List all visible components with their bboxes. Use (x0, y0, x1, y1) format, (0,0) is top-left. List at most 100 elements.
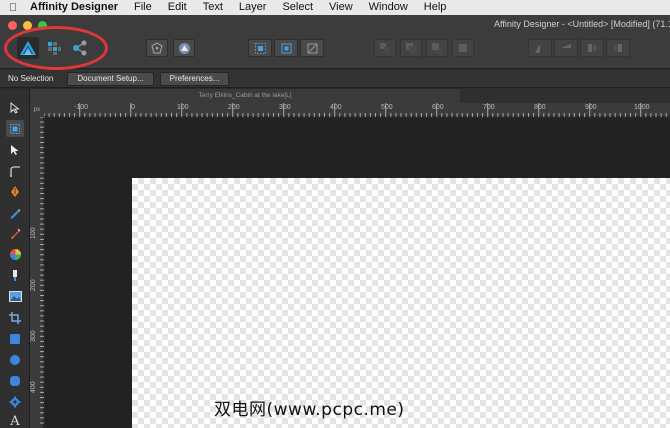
align-right-icon (614, 44, 622, 52)
horizontal-ruler: -100 0 100 200 300 400 500 600 700 800 9… (44, 103, 670, 117)
arrange-backward-icon (406, 43, 416, 53)
flip-vertical-button[interactable] (554, 39, 578, 57)
rectangle-tool[interactable] (6, 330, 24, 347)
transform-origin-button[interactable] (274, 39, 298, 57)
pixel-align-icon (178, 42, 190, 54)
ruler-label: 800 (534, 104, 546, 111)
selection-status: No Selection (8, 74, 54, 83)
transform-origin-icon (281, 43, 291, 53)
brush-icon (11, 228, 21, 239)
rounded-rectangle-tool[interactable] (6, 372, 24, 389)
close-window-button[interactable] (8, 21, 17, 30)
artistic-text-tool[interactable]: A (6, 413, 24, 428)
corner-icon (10, 165, 20, 177)
node-arrow-icon (11, 144, 19, 155)
ruler-label: 400 (330, 104, 342, 111)
persona-highlight-annotation (4, 26, 108, 70)
ruler-label: 200 (30, 279, 37, 291)
move-tool[interactable] (6, 99, 24, 116)
ruler-label: 600 (432, 104, 444, 111)
menu-file[interactable]: File (126, 0, 160, 15)
menu-select[interactable]: Select (274, 0, 321, 15)
mac-menubar:  Affinity Designer File Edit Text Layer… (0, 0, 670, 15)
ellipse-tool[interactable] (6, 351, 24, 368)
vertical-ruler: 100 200 300 400 (30, 117, 44, 428)
menu-window[interactable]: Window (361, 0, 416, 15)
pencil-icon (10, 208, 21, 218)
flip-vertical-icon (561, 44, 571, 48)
menu-layer[interactable]: Layer (231, 0, 275, 15)
snapping-button[interactable] (146, 39, 168, 57)
window-title: Affinity Designer - <Untitled> [Modified… (494, 19, 670, 29)
rectangle-icon (10, 333, 20, 344)
arrange-forward-button[interactable] (426, 39, 448, 57)
watermark-text: 双电网(www.pcpc.me) (214, 400, 405, 420)
preferences-button[interactable]: Preferences... (159, 71, 230, 86)
place-image-tool[interactable] (6, 288, 24, 305)
ruler-label: 300 (279, 104, 291, 111)
image-icon (8, 291, 22, 302)
document-tab[interactable]: Terry Elkins_Cabin at the lake[L] (30, 89, 460, 103)
color-wheel-icon (9, 249, 21, 260)
text-a-icon: A (10, 414, 20, 428)
ruler-label: -100 (74, 104, 89, 111)
arrange-back-icon (380, 43, 390, 53)
move-arrow-icon (10, 101, 20, 114)
ruler-label: 700 (483, 104, 495, 111)
fill-tool[interactable] (6, 246, 24, 263)
artboard-tool[interactable] (6, 120, 24, 137)
snapping-icon (151, 42, 163, 54)
document-setup-button[interactable]: Document Setup... (67, 71, 154, 86)
pen-tool[interactable] (6, 183, 24, 200)
apple-icon[interactable]:  (0, 2, 26, 14)
crop-icon (9, 311, 21, 324)
align-left-button[interactable] (580, 39, 604, 57)
handles-icon (307, 43, 317, 53)
context-toolbar: No Selection Document Setup... Preferenc… (0, 70, 670, 88)
ruler-label: 500 (381, 104, 393, 111)
menu-help[interactable]: Help (416, 0, 455, 15)
ruler-label: 900 (585, 104, 597, 111)
arrange-front-button[interactable] (452, 39, 474, 57)
ruler-label: 1000 (634, 104, 650, 111)
flip-horizontal-icon (535, 44, 540, 53)
arrange-back-button[interactable] (374, 39, 396, 57)
rounded-rectangle-icon (10, 375, 20, 386)
document-canvas[interactable] (132, 178, 670, 428)
transparency-icon (13, 270, 17, 281)
transparency-tool[interactable] (6, 267, 24, 284)
pencil-tool[interactable] (6, 204, 24, 221)
workspace[interactable] (45, 118, 670, 428)
show-handles-button[interactable] (300, 39, 324, 57)
shape-cog-tool[interactable] (6, 393, 24, 410)
arrange-front-icon (459, 44, 467, 52)
menu-text[interactable]: Text (195, 0, 231, 15)
align-left-icon (588, 44, 596, 52)
node-tool[interactable] (6, 141, 24, 158)
menu-app-name[interactable]: Affinity Designer (26, 0, 126, 15)
force-pixel-button[interactable] (173, 39, 195, 57)
cog-icon (9, 396, 21, 407)
ruler-label: 400 (30, 381, 37, 393)
select-bounds-button[interactable] (248, 39, 272, 57)
bounds-grid-icon (254, 42, 266, 54)
menu-view[interactable]: View (321, 0, 361, 15)
menu-edit[interactable]: Edit (160, 0, 195, 15)
pen-icon (11, 186, 19, 197)
document-tab-bar: Terry Elkins_Cabin at the lake[L] (30, 89, 670, 103)
vector-brush-tool[interactable] (6, 225, 24, 242)
arrange-backward-button[interactable] (400, 39, 422, 57)
ruler-unit: px (30, 103, 44, 117)
align-right-button[interactable] (606, 39, 630, 57)
corner-tool[interactable] (6, 162, 24, 179)
ruler-label: 100 (177, 104, 189, 111)
tools-panel: A (0, 89, 30, 428)
artboard-icon (10, 123, 20, 134)
horizontal-ruler-ticks (44, 103, 667, 117)
flip-horizontal-button[interactable] (528, 39, 552, 57)
crop-tool[interactable] (6, 309, 24, 326)
ruler-label: 200 (228, 104, 240, 111)
arrange-forward-icon (432, 43, 442, 53)
ruler-label: 100 (30, 227, 37, 239)
ellipse-icon (10, 354, 20, 365)
